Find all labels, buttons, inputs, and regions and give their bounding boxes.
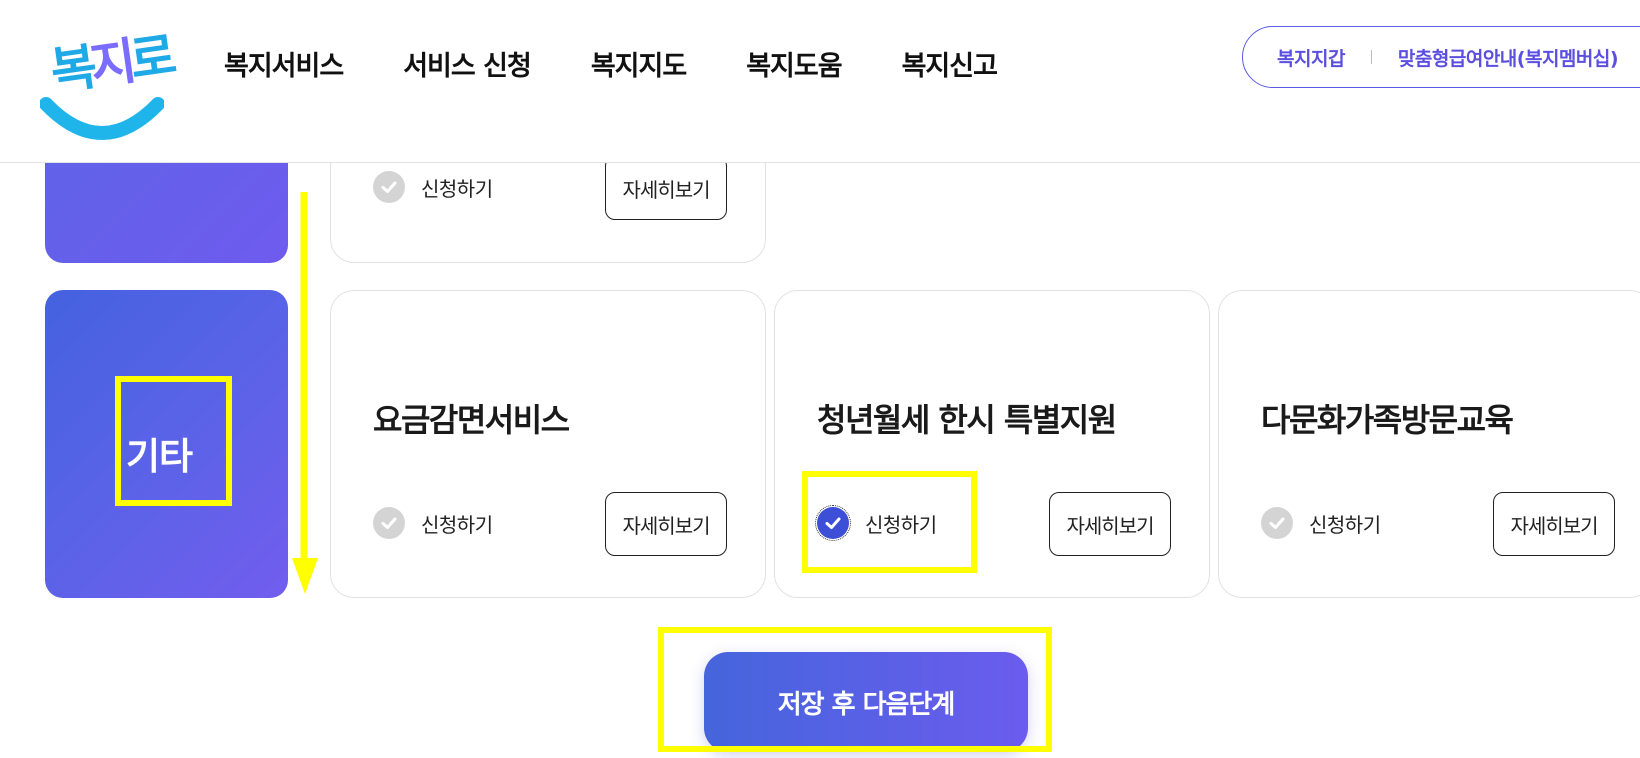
logo-wordmark: 복지로 bbox=[46, 25, 175, 102]
check-circle-icon bbox=[815, 505, 851, 541]
quick-links-pill: 복지지갑 맞춤형급여안내(복지멤버십) bbox=[1242, 26, 1640, 88]
apply-checkbox[interactable]: 신청하기 bbox=[1261, 507, 1381, 539]
main-nav: 복지서비스 서비스 신청 복지지도 복지도움 복지신고 bbox=[224, 44, 998, 83]
check-circle-icon bbox=[373, 507, 405, 539]
apply-label: 신청하기 bbox=[865, 512, 937, 537]
apply-checkbox[interactable]: 신청하기 bbox=[373, 171, 493, 203]
detail-button[interactable]: 자세히보기 bbox=[1049, 492, 1171, 556]
card-title: 요금감면서비스 bbox=[373, 401, 570, 439]
service-card-fee-discount: 요금감면서비스 신청하기 자세히보기 bbox=[330, 290, 766, 598]
bokjiro-logo[interactable]: 복지로 bbox=[40, 20, 174, 140]
nav-welfare-help[interactable]: 복지도움 bbox=[746, 44, 842, 83]
apply-label: 신청하기 bbox=[421, 176, 493, 201]
save-next-button[interactable]: 저장 후 다음단계 bbox=[704, 652, 1028, 752]
apply-checkbox[interactable]: 신청하기 bbox=[815, 505, 937, 541]
nav-welfare-map[interactable]: 복지지도 bbox=[591, 44, 687, 83]
category-label: 기타 bbox=[126, 435, 193, 478]
card-title: 다문화가족방문교육 bbox=[1261, 401, 1514, 439]
down-arrow-icon bbox=[292, 192, 318, 594]
apply-label: 신청하기 bbox=[1309, 512, 1381, 537]
apply-label: 신청하기 bbox=[421, 512, 493, 537]
detail-button[interactable]: 자세히보기 bbox=[1493, 492, 1615, 556]
card-title: 청년월세 한시 특별지원 bbox=[817, 401, 1117, 439]
service-card-youth-rent: 청년월세 한시 특별지원 신청하기 자세히보기 bbox=[774, 290, 1210, 598]
detail-button[interactable]: 자세히보기 bbox=[605, 492, 727, 556]
nav-welfare-services[interactable]: 복지서비스 bbox=[224, 44, 344, 83]
check-circle-icon bbox=[373, 171, 405, 203]
welfare-wallet-link[interactable]: 복지지갑 bbox=[1277, 44, 1345, 71]
service-card-multicultural: 다문화가족방문교육 신청하기 자세히보기 bbox=[1218, 290, 1640, 598]
logo-smile-icon bbox=[40, 97, 164, 140]
custom-benefit-link[interactable]: 맞춤형급여안내(복지멤버십) bbox=[1398, 44, 1619, 71]
nav-welfare-report[interactable]: 복지신고 bbox=[902, 44, 998, 83]
site-header: 복지로 복지서비스 서비스 신청 복지지도 복지도움 복지신고 복지지갑 맞춤형… bbox=[0, 0, 1640, 163]
detail-button[interactable]: 자세히보기 bbox=[605, 156, 727, 220]
apply-checkbox[interactable]: 신청하기 bbox=[373, 507, 493, 539]
nav-service-apply[interactable]: 서비스 신청 bbox=[403, 44, 532, 83]
check-circle-icon bbox=[1261, 507, 1293, 539]
pill-divider bbox=[1370, 50, 1372, 64]
